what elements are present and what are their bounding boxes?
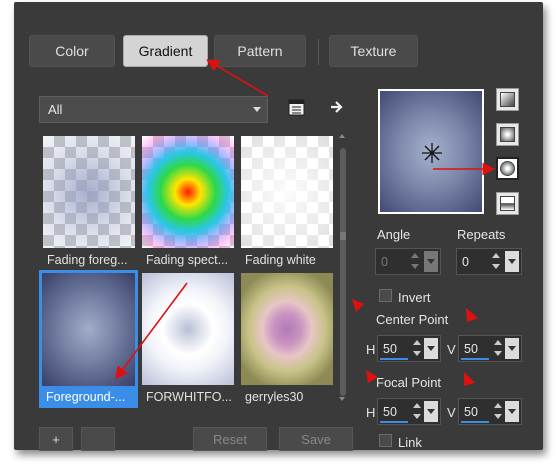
thumb-image [241,273,333,385]
tab-separator [318,39,319,65]
spin-down-icon[interactable] [413,351,421,356]
invert-checkbox[interactable] [379,289,392,302]
thumb-overlay [241,136,333,248]
repeats-spin-arrows[interactable] [490,251,502,272]
focal-h-spin-arrows[interactable] [411,401,423,422]
angle-label: Angle [377,227,411,242]
add-gradient-button[interactable]: + [39,427,73,451]
rectangular-gradient-button[interactable] [496,123,519,146]
focal-v-value: 50 [464,405,478,419]
center-h-label: H [366,342,376,357]
thumb-label: gerryles30 [245,390,304,404]
angle-stepper[interactable]: 0 [375,248,441,275]
scroll-down-icon[interactable] [339,397,345,401]
spin-up-icon[interactable] [413,403,421,408]
center-v-spin-arrows[interactable] [492,338,504,359]
focal-v-progress [461,421,489,423]
center-h-progress [380,358,408,360]
tab-texture[interactable]: Texture [329,35,418,67]
focal-v-stepper[interactable]: 50 [458,398,522,425]
remove-gradient-button[interactable] [81,427,115,451]
focal-point-label: Focal Point [376,375,442,390]
chevron-down-icon [253,107,261,112]
center-v-dropdown-button[interactable] [505,338,519,359]
spin-up-icon[interactable] [411,253,419,258]
focal-v-label: V [447,405,456,420]
radial-gradient-icon [500,196,515,211]
center-point-label: Center Point [376,312,449,327]
angle-dropdown-button[interactable] [424,251,438,272]
angle-value: 0 [381,255,388,269]
thumb-image [142,273,234,385]
sunburst-gradient-icon [500,161,515,176]
center-h-value: 50 [383,342,397,356]
focal-v-dropdown-button[interactable] [505,401,519,422]
thumb-overlay [142,136,234,248]
thumb-label: Foreground-... [46,390,126,404]
tab-color[interactable]: Color [29,35,115,67]
resource-manager-icon[interactable] [288,99,305,116]
spin-up-icon[interactable] [492,253,500,258]
radial-gradient-button[interactable] [496,192,519,215]
focal-v-spin-arrows[interactable] [492,401,504,422]
thumb-label: Fading foreg... [47,253,128,267]
gradient-thumb-fading-white[interactable]: Fading white [241,136,333,267]
gradient-thumb-fading-spectrum[interactable]: Fading spect... [142,136,234,267]
spin-up-icon[interactable] [413,340,421,345]
category-dropdown[interactable]: All [39,96,268,123]
repeats-dropdown-button[interactable] [505,251,519,272]
gradient-preview[interactable] [378,89,484,214]
scrollbar-thumb[interactable] [340,148,346,396]
thumb-overlay [43,136,135,248]
focal-h-dropdown-button[interactable] [424,401,438,422]
scrollbar-grip [340,232,346,240]
linear-gradient-icon [500,92,515,107]
save-button[interactable]: Save [279,427,353,451]
linear-gradient-button[interactable] [496,88,519,111]
gradient-thumb-forwhitfo[interactable]: FORWHITFO... [142,273,234,404]
center-h-stepper[interactable]: 50 [377,335,441,362]
link-label: Link [398,435,422,450]
center-h-dropdown-button[interactable] [424,338,438,359]
focal-h-value: 50 [383,405,397,419]
gradient-thumb-gerryles30[interactable]: gerryles30 [241,273,333,404]
sunburst-gradient-button[interactable] [496,157,519,180]
rectangular-gradient-icon [500,127,515,142]
spin-down-icon[interactable] [492,264,500,269]
center-h-spin-arrows[interactable] [411,338,423,359]
spin-down-icon[interactable] [494,351,502,356]
tab-gradient[interactable]: Gradient [123,35,208,67]
thumb-label: FORWHITFO... [146,390,232,404]
tab-pattern[interactable]: Pattern [214,35,306,67]
focal-h-stepper[interactable]: 50 [377,398,441,425]
focal-h-label: H [366,405,376,420]
thumb-image [42,273,135,386]
center-v-label: V [447,342,456,357]
thumb-label: Fading white [245,253,316,267]
spin-down-icon[interactable] [413,414,421,419]
scroll-up-icon[interactable] [339,134,345,138]
gradient-thumb-fading-foreground[interactable]: Fading foreg... [43,136,135,267]
repeats-value: 0 [462,255,469,269]
repeats-label: Repeats [457,227,506,242]
center-v-progress [461,358,489,360]
spin-up-icon[interactable] [494,340,502,345]
gradient-thumb-foreground-background[interactable]: Foreground-... [39,270,138,408]
focal-h-progress [380,421,408,423]
center-v-value: 50 [464,342,478,356]
invert-label: Invert [398,290,431,305]
category-dropdown-value: All [48,102,63,117]
link-checkbox[interactable] [379,434,392,447]
arrow-right-icon[interactable] [330,100,345,114]
spin-up-icon[interactable] [494,403,502,408]
thumb-label: Fading spect... [146,253,228,267]
spin-down-icon[interactable] [494,414,502,419]
angle-spin-arrows[interactable] [409,251,421,272]
repeats-stepper[interactable]: 0 [456,248,522,275]
reset-button[interactable]: Reset [193,427,267,451]
center-v-stepper[interactable]: 50 [458,335,522,362]
center-point-marker-icon[interactable] [421,142,443,164]
spin-down-icon[interactable] [411,264,419,269]
